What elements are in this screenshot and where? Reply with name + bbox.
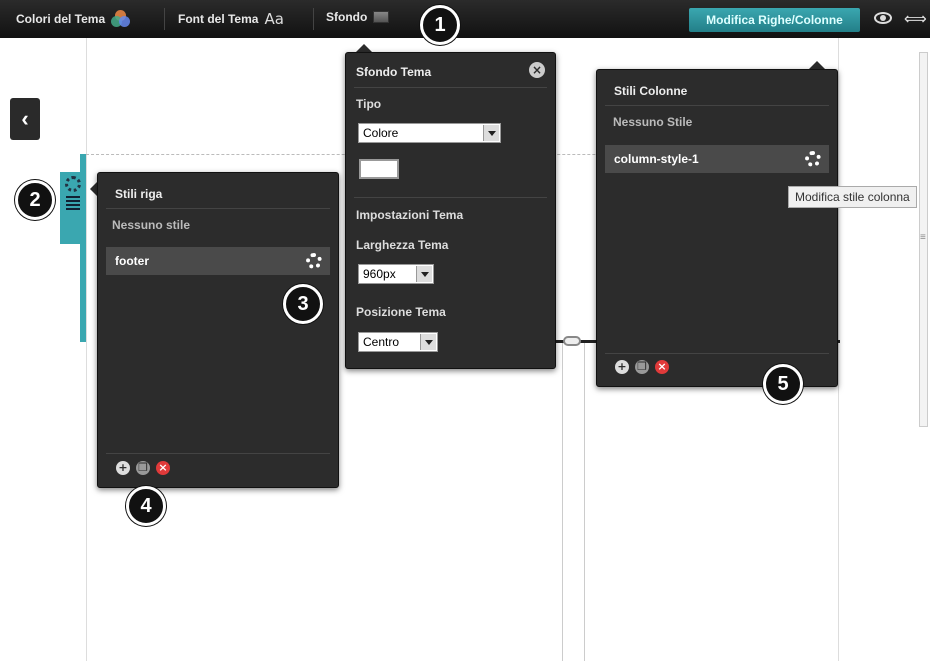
link-icon[interactable] <box>563 336 581 346</box>
callout-badge: 5 <box>763 364 803 404</box>
width-label: Larghezza Tema <box>356 238 449 252</box>
panel-caret <box>809 61 825 69</box>
row-styles-panel: Stili riga Nessuno stile footer + ❐ × <box>97 172 339 488</box>
top-toolbar: Colori del Tema Font del Tema Aa Sfondo … <box>0 0 930 38</box>
width-select-value: 960px <box>363 267 396 281</box>
background-swatch-icon <box>373 11 390 23</box>
chevron-down-icon <box>420 334 436 350</box>
toolbar-divider <box>313 8 314 30</box>
resize-icon[interactable]: ⟺ <box>904 9 927 28</box>
panel-caret <box>90 182 97 196</box>
delete-icon[interactable]: × <box>655 360 669 374</box>
column-styles-title: Stili Colonne <box>614 84 688 98</box>
row-none-style[interactable]: Nessuno stile <box>112 218 190 232</box>
callout-badge: 4 <box>126 486 166 526</box>
gear-icon[interactable] <box>805 151 821 167</box>
callout-badge: 2 <box>15 180 55 220</box>
theme-fonts-label: Font del Tema <box>178 12 259 26</box>
type-label: Tipo <box>356 97 382 111</box>
type-select[interactable]: Colore <box>358 123 501 143</box>
row-settings-gear-icon[interactable] <box>65 176 81 192</box>
type-select-value: Colore <box>363 126 399 140</box>
column-styles-panel: Stili Colonne Nessuno Stile column-style… <box>596 69 838 387</box>
callout-badge: 1 <box>420 5 460 45</box>
chevron-down-icon <box>416 266 432 282</box>
theme-colors-label: Colori del Tema <box>16 12 106 26</box>
column-guide <box>562 342 563 661</box>
add-icon[interactable]: + <box>116 461 130 475</box>
row-style-label: footer <box>115 254 149 268</box>
back-button[interactable]: ‹ <box>10 98 40 140</box>
theme-colors-menu[interactable]: Colori del Tema <box>16 10 131 28</box>
add-icon[interactable]: + <box>615 360 629 374</box>
tooltip: Modifica stile colonna <box>788 186 917 208</box>
row-menu-icon[interactable] <box>66 196 80 210</box>
background-panel-title: Sfondo Tema <box>356 65 432 79</box>
background-label: Sfondo <box>326 10 368 24</box>
color-picker-swatch[interactable] <box>359 159 399 179</box>
row-style-item[interactable]: footer <box>106 247 330 275</box>
width-select[interactable]: 960px <box>358 264 434 284</box>
copy-icon[interactable]: ❐ <box>635 360 649 374</box>
position-select-value: Centro <box>363 335 400 349</box>
column-none-style[interactable]: Nessuno Stile <box>613 115 692 129</box>
toolbar-divider <box>164 8 165 30</box>
position-label: Posizione Tema <box>356 305 446 319</box>
column-guide <box>584 342 585 661</box>
panel-caret <box>356 44 372 52</box>
edit-rows-columns-button[interactable]: Modifica Righe/Colonne <box>689 8 860 32</box>
background-panel: Sfondo Tema × Tipo Colore Impostazioni T… <box>345 52 556 369</box>
row-styles-title: Stili riga <box>115 187 163 201</box>
chevron-down-icon <box>483 125 499 141</box>
settings-heading: Impostazioni Tema <box>356 208 464 222</box>
font-icon: Aa <box>264 10 284 28</box>
preview-eye-icon[interactable] <box>874 12 892 24</box>
column-panel-actions: + ❐ × <box>615 360 669 374</box>
color-palette-icon <box>111 10 131 28</box>
row-handle <box>60 172 86 244</box>
canvas-guide <box>86 38 87 661</box>
chevron-left-icon: ‹ <box>21 106 29 131</box>
close-icon[interactable]: × <box>529 62 545 78</box>
callout-badge: 3 <box>283 284 323 324</box>
position-select[interactable]: Centro <box>358 332 438 352</box>
canvas-guide <box>838 38 839 661</box>
column-style-label: column-style-1 <box>614 152 699 166</box>
background-menu[interactable]: Sfondo <box>326 10 390 24</box>
delete-icon[interactable]: × <box>156 461 170 475</box>
scrollbar-grip: ≡ <box>920 232 926 243</box>
row-panel-actions: + ❐ × <box>116 461 170 475</box>
gear-icon[interactable] <box>306 253 322 269</box>
theme-fonts-menu[interactable]: Font del Tema Aa <box>178 10 284 28</box>
column-style-item[interactable]: column-style-1 <box>605 145 829 173</box>
copy-icon[interactable]: ❐ <box>136 461 150 475</box>
